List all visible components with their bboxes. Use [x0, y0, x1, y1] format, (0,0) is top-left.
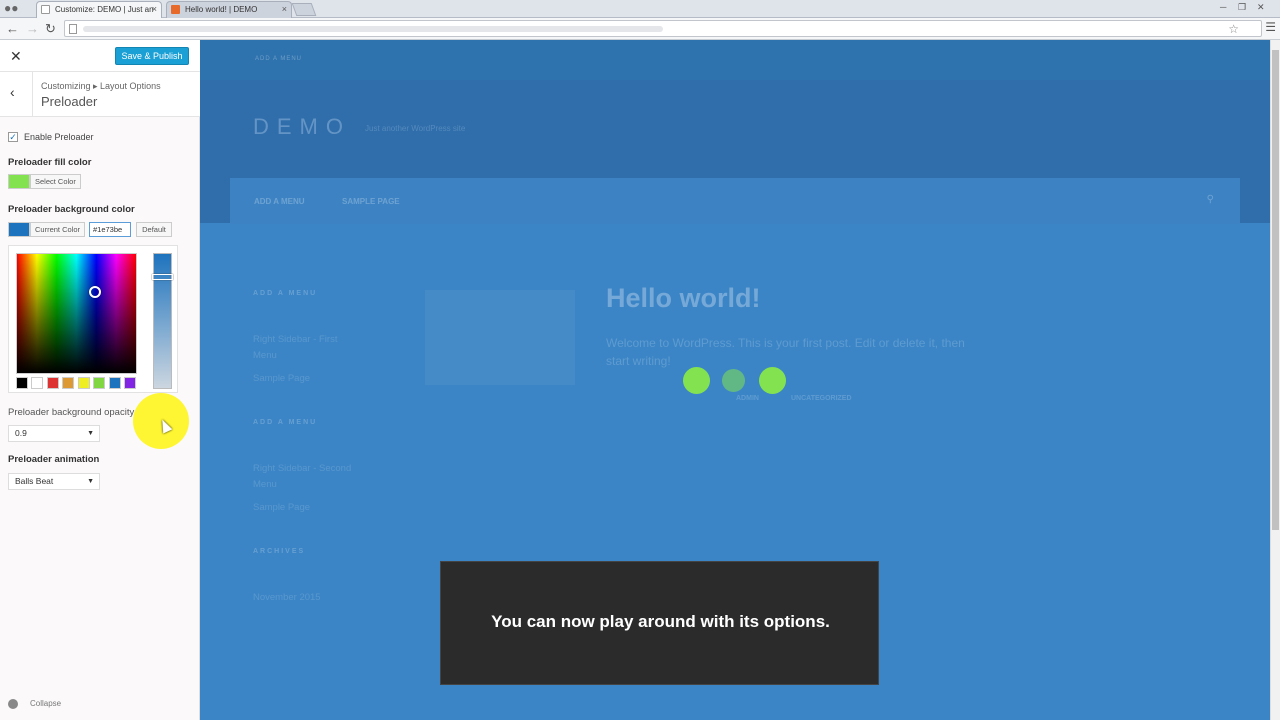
page-icon: [41, 5, 50, 14]
tab-close-icon[interactable]: ×: [152, 2, 157, 17]
hue-slider[interactable]: [152, 253, 173, 389]
widget-text: Menu: [253, 479, 277, 490]
palette-swatch[interactable]: [124, 377, 136, 389]
divider: [32, 72, 33, 117]
post-author[interactable]: ADMIN: [736, 395, 759, 402]
reload-icon[interactable]: ↻: [45, 21, 56, 36]
post-category[interactable]: UNCATEGORIZED: [791, 395, 852, 402]
enable-preloader-label: Enable Preloader: [24, 132, 94, 142]
section-title: Preloader: [41, 94, 98, 109]
opacity-value: 0.9: [15, 428, 27, 438]
post-thumbnail: [425, 290, 575, 385]
browser-toolbar: ← → ↻ ☆ ☰: [0, 18, 1280, 40]
chevron-down-icon: ▼: [87, 478, 94, 485]
video-caption: You can now play around with its options…: [440, 561, 879, 685]
section-header: ‹ Customizing ▸ Layout Options Preloader: [0, 72, 200, 117]
page-icon: [69, 24, 77, 34]
fill-color-label: Preloader fill color: [8, 157, 92, 168]
site-logo: DEMO: [253, 114, 351, 139]
search-icon[interactable]: ⚲: [1207, 194, 1214, 205]
animation-select[interactable]: Balls Beat ▼: [8, 473, 100, 490]
tab-customize[interactable]: Customize: DEMO | Just an ×: [36, 1, 162, 18]
widget-link[interactable]: Sample Page: [253, 502, 310, 513]
widget-title: ARCHIVES: [253, 548, 306, 555]
customizer-header: ✕ Save & Publish: [0, 40, 200, 72]
back-arrow-icon[interactable]: ←: [6, 21, 19, 36]
hex-color-input[interactable]: #1e73be: [89, 222, 131, 237]
breadcrumb: Customizing ▸ Layout Options: [41, 81, 161, 91]
palette-swatch[interactable]: [31, 377, 43, 389]
chevron-down-icon: ▼: [87, 430, 94, 437]
collapse-button[interactable]: Collapse: [8, 699, 61, 709]
preloader-ball: [722, 369, 745, 392]
palette-swatch[interactable]: [16, 377, 28, 389]
opacity-select[interactable]: 0.9 ▼: [8, 425, 100, 442]
customizer-panel: ✕ Save & Publish ‹ Customizing ▸ Layout …: [0, 40, 200, 720]
palette-swatch[interactable]: [109, 377, 121, 389]
color-picker: [8, 245, 178, 393]
nav-sample-page[interactable]: SAMPLE PAGE: [342, 197, 400, 206]
opacity-label: Preloader background opacity: [8, 407, 135, 418]
tab-title: Hello world! | DEMO: [185, 5, 258, 14]
bg-color-swatch[interactable]: [8, 222, 30, 237]
palette-swatch[interactable]: [93, 377, 105, 389]
palette-swatch[interactable]: [47, 377, 59, 389]
address-bar[interactable]: ☆: [64, 20, 1262, 37]
tab-title: Customize: DEMO | Just an: [55, 5, 154, 14]
widget-text: Right Sidebar - First: [253, 334, 338, 345]
tab-close-icon[interactable]: ×: [282, 2, 287, 17]
enable-preloader-checkbox[interactable]: ✓: [8, 132, 18, 142]
blurred-url: [83, 26, 663, 32]
bookmark-star-icon[interactable]: ☆: [1228, 22, 1239, 36]
palette-swatch[interactable]: [62, 377, 74, 389]
bg-color-label: Preloader background color: [8, 204, 135, 215]
caption-text: You can now play around with its options…: [491, 612, 830, 631]
hue-slider-handle[interactable]: [152, 274, 173, 280]
site-favicon-icon: [171, 5, 180, 14]
animation-label: Preloader animation: [8, 454, 100, 465]
browser-tab-bar: ●● Customize: DEMO | Just an × Hello wor…: [0, 0, 1280, 18]
fill-color-swatch[interactable]: [8, 174, 30, 189]
incognito-icon: ●●: [4, 1, 19, 15]
widget-link[interactable]: Sample Page: [253, 373, 310, 384]
close-customizer-icon[interactable]: ✕: [10, 48, 22, 65]
widget-title: ADD A MENU: [253, 419, 318, 426]
collapse-label: Collapse: [30, 699, 62, 709]
window-close-icon[interactable]: ✕: [1257, 2, 1265, 13]
palette-swatch[interactable]: [78, 377, 90, 389]
browser-menu-icon[interactable]: ☰: [1265, 20, 1276, 34]
post-title[interactable]: Hello world!: [606, 283, 761, 314]
animation-value: Balls Beat: [15, 476, 54, 486]
saturation-value-area[interactable]: [16, 253, 137, 374]
collapse-icon: [8, 699, 18, 709]
top-bar-menu: ADD A MENU: [255, 56, 303, 62]
minimize-icon[interactable]: ─: [1220, 2, 1226, 12]
preloader-ball: [683, 367, 710, 394]
archive-link[interactable]: November 2015: [253, 592, 321, 603]
widget-text: Menu: [253, 350, 277, 361]
forward-arrow-icon[interactable]: →: [26, 21, 39, 36]
select-color-button[interactable]: Select Color: [30, 174, 81, 189]
save-publish-button[interactable]: Save & Publish: [115, 47, 189, 65]
scrollbar-thumb[interactable]: [1272, 50, 1279, 530]
site-nav: ADD A MENU SAMPLE PAGE ⚲: [230, 178, 1240, 224]
preview-scrollbar[interactable]: [1270, 40, 1280, 720]
preview-top-bar: ADD A MENU: [200, 40, 1270, 80]
site-tagline: Just another WordPress site: [365, 124, 466, 133]
widget-text: Right Sidebar - Second: [253, 463, 352, 474]
nav-add-menu[interactable]: ADD A MENU: [254, 197, 305, 206]
post-excerpt: Welcome to WordPress. This is your first…: [606, 336, 965, 368]
default-color-button[interactable]: Default: [136, 222, 172, 237]
current-color-button[interactable]: Current Color: [30, 222, 86, 237]
preloader-ball: [759, 367, 786, 394]
new-tab-button[interactable]: [291, 3, 317, 16]
tab-hello-world[interactable]: Hello world! | DEMO ×: [166, 1, 292, 18]
widget-title: ADD A MENU: [253, 290, 318, 297]
restore-icon[interactable]: ❐: [1238, 2, 1246, 13]
chevron-left-icon[interactable]: ‹: [10, 84, 15, 100]
picker-handle[interactable]: [89, 286, 101, 298]
